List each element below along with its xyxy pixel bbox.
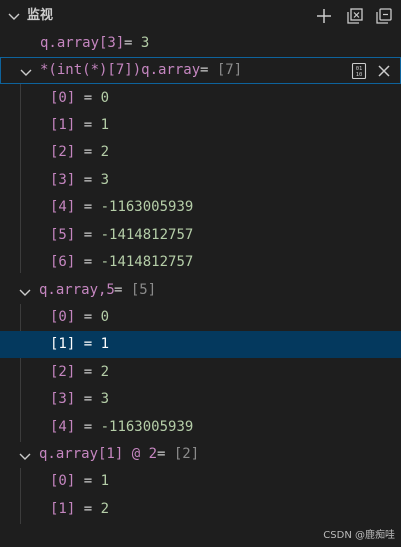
view-binary-button[interactable]: 01 10 bbox=[349, 61, 369, 81]
watch-child-row[interactable]: [0] = 1 bbox=[0, 468, 401, 495]
watch-value: [5] bbox=[130, 282, 157, 298]
close-icon bbox=[378, 65, 390, 77]
svg-text:10: 10 bbox=[356, 72, 363, 78]
watch-value: [7] bbox=[216, 62, 243, 78]
watch-value: [2] bbox=[173, 446, 200, 462]
watch-child-row[interactable]: [6] = -1414812757 bbox=[0, 249, 401, 276]
collapse-all-button[interactable] bbox=[345, 6, 365, 26]
watch-child-row[interactable]: [1] = 2 bbox=[0, 496, 401, 523]
binary-view-icon: 01 10 bbox=[351, 62, 367, 80]
watch-child-row[interactable]: [2] = 2 bbox=[0, 139, 401, 166]
watch-item[interactable]: *(int(*)[7])q.array = [7] 01 10 bbox=[0, 57, 401, 84]
watch-item[interactable]: q.array,5 = [5] bbox=[0, 277, 401, 304]
watch-child-row[interactable]: [4] = -1163005939 bbox=[0, 194, 401, 221]
watch-child-row[interactable]: [0] = 0 bbox=[0, 304, 401, 331]
plus-icon bbox=[317, 9, 331, 23]
chevron-down-icon[interactable] bbox=[6, 8, 22, 24]
watermark: CSDN @鹿痴哇 bbox=[323, 530, 395, 541]
watch-child-row[interactable]: [4] = -1163005939 bbox=[0, 414, 401, 441]
chevron-down-icon[interactable] bbox=[18, 63, 34, 79]
copy-icon bbox=[376, 8, 392, 24]
watch-expression: q.array[3] bbox=[40, 35, 125, 51]
watch-child-row[interactable]: [0] = 0 bbox=[0, 85, 401, 112]
copy-all-button[interactable] bbox=[374, 6, 394, 26]
watch-child-row-selected[interactable]: [1] = 1 bbox=[0, 331, 401, 358]
watch-child-row[interactable]: [1] = 1 bbox=[0, 112, 401, 139]
panel-title: 监视 bbox=[27, 8, 54, 23]
watch-value: 3 bbox=[140, 35, 150, 51]
watch-expression: q.array,5 bbox=[39, 282, 115, 298]
add-expression-button[interactable] bbox=[314, 6, 334, 26]
watch-child-row[interactable]: [2] = 2 bbox=[0, 359, 401, 386]
chevron-down-icon[interactable] bbox=[17, 447, 33, 463]
collapse-all-icon bbox=[347, 8, 363, 24]
watch-child-row[interactable]: [3] = 3 bbox=[0, 167, 401, 194]
watch-child-row[interactable]: [5] = -1414812757 bbox=[0, 222, 401, 249]
watch-panel-header[interactable]: 监视 bbox=[0, 0, 401, 31]
remove-expression-button[interactable] bbox=[374, 61, 394, 81]
watch-expression: q.array[1] @ 2 bbox=[39, 446, 158, 462]
watch-item[interactable]: q.array[1] @ 2 = [2] bbox=[0, 441, 401, 468]
chevron-down-icon[interactable] bbox=[17, 283, 33, 299]
watch-item[interactable]: q.array[3] = 3 bbox=[0, 30, 401, 57]
watch-child-row[interactable]: [3] = 3 bbox=[0, 386, 401, 413]
watch-expression: *(int(*)[7])q.array bbox=[40, 62, 201, 78]
